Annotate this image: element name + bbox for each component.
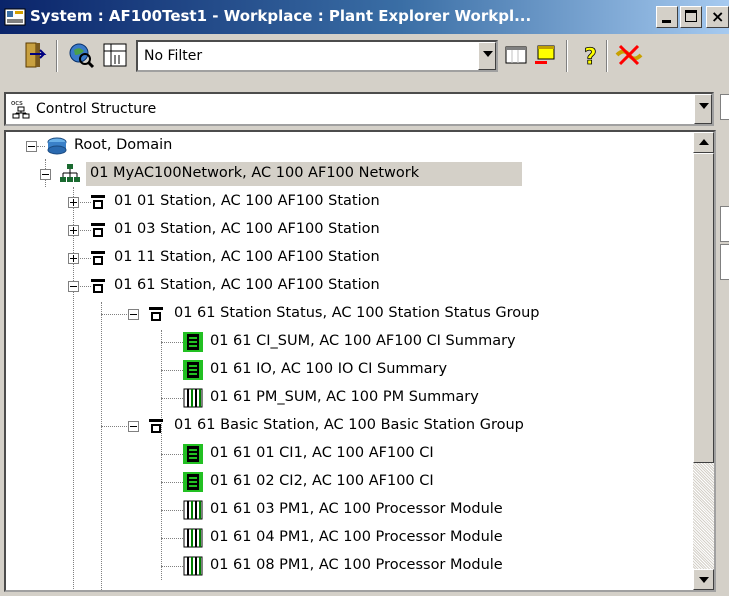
close-button[interactable]: ×	[706, 6, 729, 28]
tree-node-group[interactable]: 01 61 Station Status, AC 100 Station Sta…	[6, 300, 666, 328]
control-structure-icon: ocs	[11, 99, 30, 119]
toolbar-separator	[566, 40, 568, 72]
filter-value: No Filter	[144, 48, 203, 64]
tree-node-label: 01 61 02 CI2, AC 100 AF100 CI	[210, 473, 434, 489]
structure-selector-value: Control Structure	[36, 101, 157, 117]
collapse-toggle[interactable]	[40, 169, 51, 180]
tree-node-station[interactable]: 01 61 Station, AC 100 AF100 Station	[6, 272, 526, 300]
tree-node-root[interactable]: Root, Domain	[6, 132, 406, 160]
expand-toggle[interactable]	[68, 197, 79, 208]
tree-node-label: 01 61 Station, AC 100 AF100 Station	[114, 277, 380, 293]
find-button[interactable]	[66, 40, 98, 72]
green-module-icon	[183, 472, 203, 492]
processor-module-icon	[183, 556, 203, 576]
tree-node-label: 01 61 08 PM1, AC 100 Processor Module	[210, 557, 503, 573]
adjacent-panel-edge	[718, 84, 729, 596]
tree-node-label: 01 MyAC100Network, AC 100 AF100 Network	[90, 165, 420, 181]
tree-node-leaf[interactable]: 01 61 03 PM1, AC 100 Processor Module	[6, 496, 666, 524]
collapse-toggle[interactable]	[68, 281, 79, 292]
yellow-window-button[interactable]	[532, 40, 564, 72]
station-icon	[91, 279, 105, 293]
station-icon	[91, 251, 105, 265]
tree-node-leaf[interactable]: 01 61 IO, AC 100 IO CI Summary	[6, 356, 666, 384]
tree-node-station[interactable]: 01 03 Station, AC 100 AF100 Station	[6, 216, 526, 244]
window-button[interactable]	[502, 40, 534, 72]
vertical-scrollbar[interactable]	[693, 132, 714, 590]
tree-node-leaf[interactable]: 01 61 PM_SUM, AC 100 PM Summary	[6, 384, 666, 412]
processor-module-icon	[183, 500, 203, 520]
window-icon	[505, 46, 527, 64]
scroll-down-icon	[699, 577, 709, 583]
tree-node-leaf[interactable]: 01 61 08 PM1, AC 100 Processor Module	[6, 552, 666, 580]
tree-node-label: 01 61 Station Status, AC 100 Station Sta…	[174, 305, 540, 321]
tree-node-label: 01 61 IO, AC 100 IO CI Summary	[210, 361, 448, 377]
disconnect-icon	[615, 44, 643, 66]
tree-node-label: 01 61 04 PM1, AC 100 Processor Module	[210, 529, 503, 545]
tree-node-label: 01 11 Station, AC 100 AF100 Station	[114, 249, 380, 265]
expand-toggle[interactable]	[68, 253, 79, 264]
globe-search-icon	[69, 43, 95, 69]
exit-icon	[25, 42, 47, 68]
green-module-icon	[183, 332, 203, 352]
scroll-up-icon	[699, 139, 709, 145]
svg-text:?: ?	[584, 45, 597, 70]
filter-combobox[interactable]: No Filter	[136, 40, 498, 72]
green-module-icon	[183, 360, 203, 380]
tree-node-label: 01 61 03 PM1, AC 100 Processor Module	[210, 501, 503, 517]
tree-node-label: 01 03 Station, AC 100 AF100 Station	[114, 221, 380, 237]
scroll-down-button[interactable]	[693, 569, 714, 590]
maximize-button[interactable]	[680, 6, 702, 28]
collapse-toggle[interactable]	[128, 421, 139, 432]
toolbar-separator	[56, 40, 58, 72]
processor-module-icon	[183, 388, 203, 408]
tree-panel[interactable]: Root, Domain 01 MyAC100Network, AC 100 A…	[4, 130, 716, 592]
root-domain-icon	[47, 137, 67, 155]
tree-node-leaf[interactable]: 01 61 04 PM1, AC 100 Processor Module	[6, 524, 666, 552]
window-title: System : AF100Test1 - Workplace : Plant …	[30, 7, 532, 25]
grid-view-icon	[103, 43, 127, 67]
collapse-toggle[interactable]	[26, 141, 37, 152]
structure-dropdown-arrow[interactable]	[694, 94, 712, 124]
help-icon: ?	[584, 45, 598, 71]
disconnect-button[interactable]	[614, 40, 646, 72]
tree-node-leaf[interactable]: 01 61 02 CI2, AC 100 AF100 CI	[6, 468, 666, 496]
tree-node-label: 01 61 Basic Station, AC 100 Basic Statio…	[174, 417, 524, 433]
toolbar-separator	[606, 40, 608, 72]
processor-module-icon	[183, 528, 203, 548]
station-icon	[91, 195, 105, 209]
app-icon	[4, 8, 26, 26]
tree-node-leaf[interactable]: 01 61 CI_SUM, AC 100 AF100 CI Summary	[6, 328, 666, 356]
station-icon	[91, 223, 105, 237]
minimize-icon	[662, 20, 671, 23]
minimize-button[interactable]	[656, 6, 678, 28]
yellow-window-icon	[535, 45, 555, 64]
collapse-toggle[interactable]	[128, 309, 139, 320]
tree-node-label: 01 61 CI_SUM, AC 100 AF100 CI Summary	[210, 333, 516, 349]
station-icon	[149, 307, 163, 321]
tree-node-label: Root, Domain	[74, 137, 173, 153]
tree-node-label: 01 61 01 CI1, AC 100 AF100 CI	[210, 445, 434, 461]
tree-node-station[interactable]: 01 11 Station, AC 100 AF100 Station	[6, 244, 526, 272]
filter-dropdown-arrow[interactable]	[478, 42, 496, 70]
structure-selector[interactable]: ocs Control Structure	[4, 92, 714, 126]
close-icon: ×	[711, 7, 725, 26]
tree-node-leaf[interactable]: 01 61 01 CI1, AC 100 AF100 CI	[6, 440, 666, 468]
green-module-icon	[183, 444, 203, 464]
scroll-thumb[interactable]	[693, 153, 714, 463]
tree-node-label: 01 01 Station, AC 100 AF100 Station	[114, 193, 380, 209]
tree-node-group[interactable]: 01 61 Basic Station, AC 100 Basic Statio…	[6, 412, 666, 440]
tree-node-label: 01 61 PM_SUM, AC 100 PM Summary	[210, 389, 479, 405]
grid-view-button[interactable]	[100, 40, 132, 72]
svg-text:ocs: ocs	[11, 99, 23, 107]
station-icon	[149, 419, 163, 433]
help-button[interactable]: ?	[574, 40, 606, 72]
expand-toggle[interactable]	[68, 225, 79, 236]
tree-node-station[interactable]: 01 01 Station, AC 100 AF100 Station	[6, 188, 526, 216]
tree-node-network[interactable]: 01 MyAC100Network, AC 100 AF100 Network	[6, 160, 526, 188]
maximize-icon	[685, 10, 697, 22]
scroll-up-button[interactable]	[693, 132, 714, 153]
network-icon	[60, 164, 80, 182]
exit-button[interactable]	[18, 40, 50, 72]
title-bar[interactable]: System : AF100Test1 - Workplace : Plant …	[0, 0, 729, 34]
